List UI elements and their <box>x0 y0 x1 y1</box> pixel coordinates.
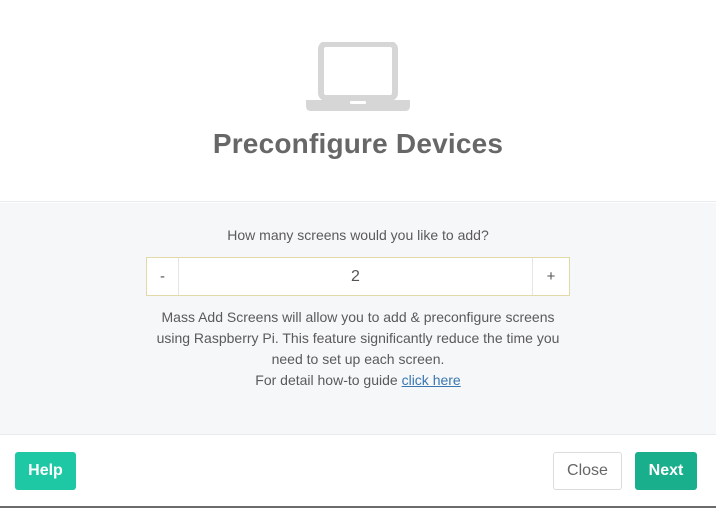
preconfigure-devices-dialog: Preconfigure Devices How many screens wo… <box>0 0 716 508</box>
guide-prefix: For detail how-to guide <box>255 372 402 388</box>
screen-count-input[interactable]: 2 <box>179 258 532 295</box>
dialog-footer: Help Close Next <box>0 436 716 506</box>
close-button[interactable]: Close <box>553 452 622 490</box>
guide-line: For detail how-to guide click here <box>0 370 716 391</box>
help-button[interactable]: Help <box>15 452 76 490</box>
laptop-icon <box>306 42 410 111</box>
screen-count-question: How many screens would you like to add? <box>227 227 489 243</box>
dialog-title: Preconfigure Devices <box>212 128 504 159</box>
dialog-header: Preconfigure Devices <box>0 0 716 202</box>
mass-add-description: Mass Add Screens will allow you to add &… <box>0 307 716 391</box>
next-button[interactable]: Next <box>635 452 697 490</box>
decrement-button[interactable]: - <box>147 258 179 295</box>
dialog-body: How many screens would you like to add? … <box>0 203 716 435</box>
description-line-2: using Raspberry Pi. This feature signifi… <box>156 330 560 346</box>
description-line-1: Mass Add Screens will allow you to add &… <box>161 309 555 325</box>
increment-button[interactable]: + <box>532 258 569 295</box>
guide-link[interactable]: click here <box>402 372 461 388</box>
description-line-3: need to set up each screen. <box>271 351 445 367</box>
screen-count-stepper: - 2 + <box>146 257 570 296</box>
